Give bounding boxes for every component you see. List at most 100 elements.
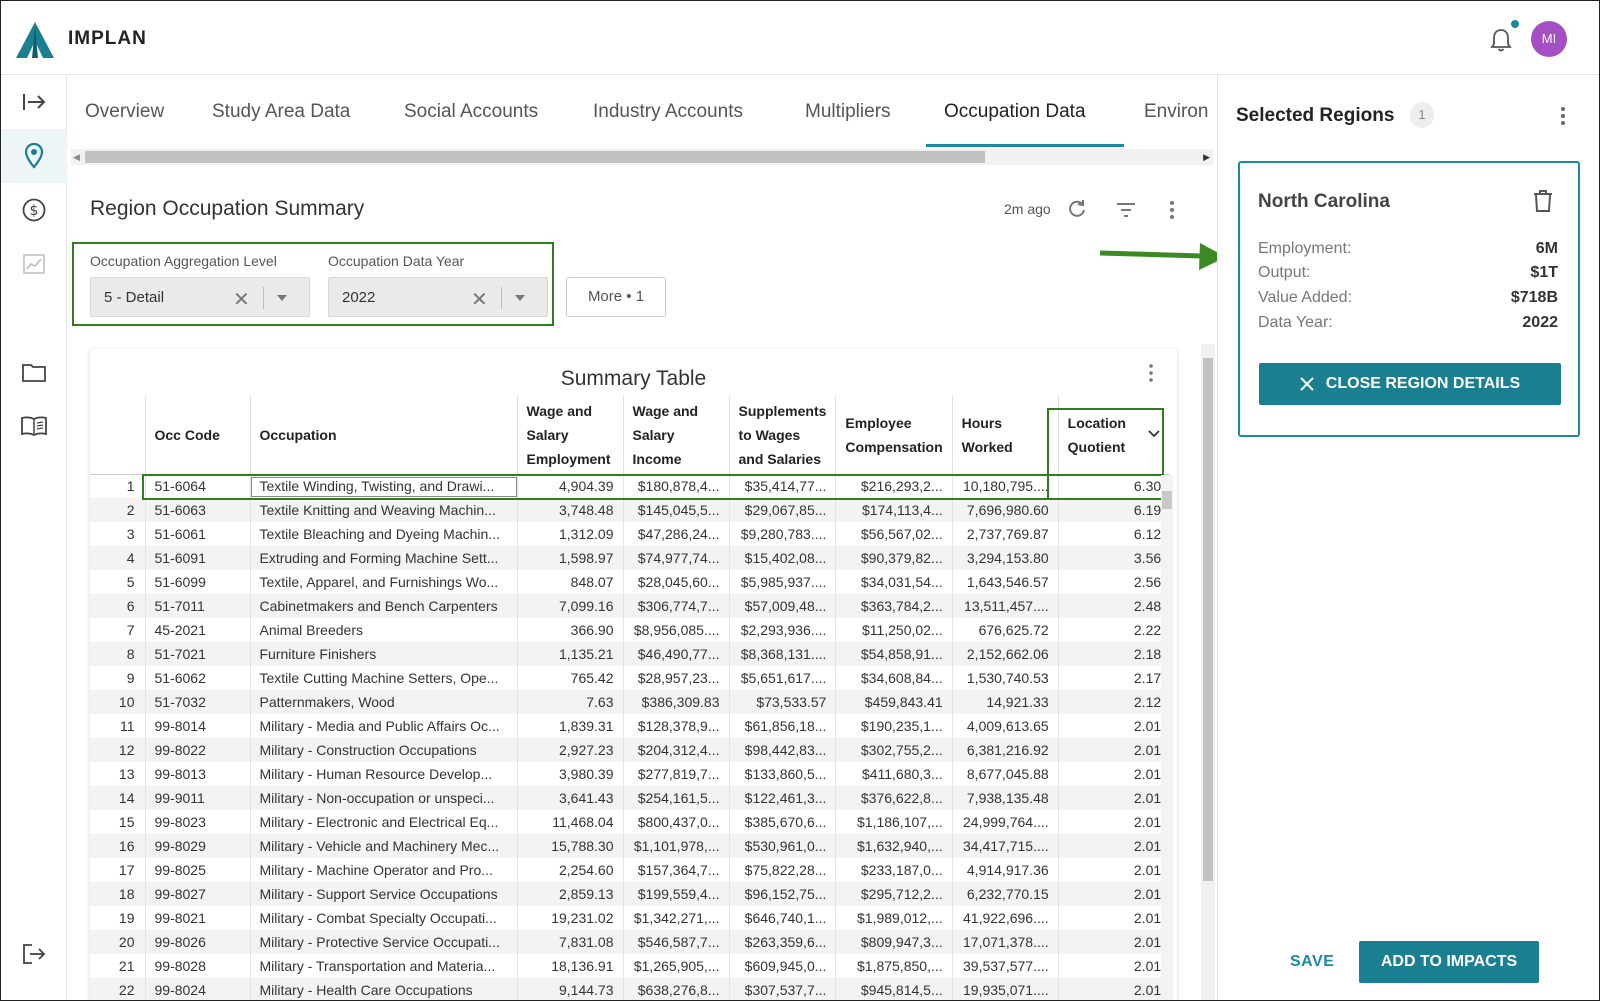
cell-supplements[interactable]: $2,293,936.... bbox=[728, 618, 836, 642]
column-header-wage-salary-income[interactable]: Wage and Salary Income bbox=[622, 396, 729, 475]
cell-occupation[interactable]: Military - Non-occupation or unspeci... bbox=[249, 786, 517, 810]
cell-occ-code[interactable]: 45-2021 bbox=[144, 618, 250, 642]
cell-occupation[interactable]: Textile Bleaching and Dyeing Machin... bbox=[249, 522, 517, 546]
cell-employee-compensation[interactable]: $174,113,4... bbox=[835, 498, 953, 522]
cell-wage-salary-employment[interactable]: 19,231.02 bbox=[516, 906, 623, 930]
nav-results[interactable] bbox=[1, 237, 67, 291]
cell-occ-code[interactable]: 99-8024 bbox=[144, 978, 250, 1000]
clear-icon[interactable]: ✕ bbox=[233, 287, 250, 312]
expand-nav-button[interactable] bbox=[1, 75, 67, 129]
table-row[interactable]: 3 51-6061 Textile Bleaching and Dyeing Mac… bbox=[90, 522, 1171, 546]
cell-location-quotient[interactable]: 2.01 bbox=[1057, 810, 1171, 834]
cell-occ-code[interactable]: 51-6062 bbox=[144, 666, 250, 690]
cell-supplements[interactable]: $385,670,6... bbox=[728, 810, 836, 834]
cell-supplements[interactable]: $307,537,7... bbox=[728, 978, 836, 1000]
cell-occupation[interactable]: Furniture Finishers bbox=[249, 642, 517, 666]
cell-occ-code[interactable]: 99-9011 bbox=[144, 786, 250, 810]
column-header-supplements[interactable]: Supplements to Wages and Salaries bbox=[728, 396, 836, 475]
cell-employee-compensation[interactable]: $945,814,5... bbox=[835, 978, 953, 1000]
cell-occ-code[interactable]: 99-8022 bbox=[144, 738, 250, 762]
cell-supplements[interactable]: $9,280,783.... bbox=[728, 522, 836, 546]
cell-hours-worked[interactable]: 4,009,613.65 bbox=[951, 714, 1059, 738]
cell-occ-code[interactable]: 99-8014 bbox=[144, 714, 250, 738]
cell-occ-code[interactable]: 99-8021 bbox=[144, 906, 250, 930]
cell-employee-compensation[interactable]: $216,293,2... bbox=[835, 474, 953, 498]
cell-location-quotient[interactable]: 2.01 bbox=[1057, 954, 1171, 978]
table-row[interactable]: 13 99-8013 Military - Human Resource Devel… bbox=[90, 762, 1171, 786]
cell-employee-compensation[interactable]: $1,186,107,... bbox=[835, 810, 953, 834]
cell-wage-salary-income[interactable]: $306,774,7... bbox=[622, 594, 729, 618]
nav-library[interactable] bbox=[1, 399, 67, 453]
cell-employee-compensation[interactable]: $90,379,82... bbox=[835, 546, 953, 570]
cell-hours-worked[interactable]: 34,417,715.... bbox=[951, 834, 1059, 858]
cell-hours-worked[interactable]: 7,938,135.48 bbox=[951, 786, 1059, 810]
cell-occupation[interactable]: Military - Transportation and Materia... bbox=[249, 954, 517, 978]
cell-wage-salary-income[interactable]: $546,587,7... bbox=[622, 930, 729, 954]
cell-hours-worked[interactable]: 2,152,662.06 bbox=[951, 642, 1059, 666]
cell-location-quotient[interactable]: 2.12 bbox=[1057, 690, 1171, 714]
cell-supplements[interactable]: $15,402,08... bbox=[728, 546, 836, 570]
cell-location-quotient[interactable]: 3.56 bbox=[1057, 546, 1171, 570]
cell-employee-compensation[interactable]: $190,235,1... bbox=[835, 714, 953, 738]
cell-employee-compensation[interactable]: $363,784,2... bbox=[835, 594, 953, 618]
cell-supplements[interactable]: $96,152,75... bbox=[728, 882, 836, 906]
cell-supplements[interactable]: $5,651,617.... bbox=[728, 666, 836, 690]
cell-employee-compensation[interactable]: $376,622,8... bbox=[835, 786, 953, 810]
scroll-left-icon[interactable]: ◀ bbox=[73, 152, 80, 163]
cell-occupation[interactable]: Military - Vehicle and Machinery Mec... bbox=[249, 834, 517, 858]
tab-industry-accounts[interactable]: Industry Accounts bbox=[593, 101, 743, 123]
cell-location-quotient[interactable]: 2.56 bbox=[1057, 570, 1171, 594]
cell-wage-salary-employment[interactable]: 1,839.31 bbox=[516, 714, 623, 738]
cell-wage-salary-employment[interactable]: 1,135.21 bbox=[516, 642, 623, 666]
cell-location-quotient[interactable]: 2.01 bbox=[1057, 762, 1171, 786]
more-filters-button[interactable]: More • 1 bbox=[566, 277, 666, 317]
cell-hours-worked[interactable]: 24,999,764.... bbox=[951, 810, 1059, 834]
column-header-occupation[interactable]: Occupation bbox=[249, 396, 517, 475]
column-header-wage-salary-employment[interactable]: Wage and Salary Employment bbox=[516, 396, 623, 475]
cell-occupation[interactable]: Patternmakers, Wood bbox=[249, 690, 517, 714]
cell-employee-compensation[interactable]: $459,843.41 bbox=[835, 690, 953, 714]
cell-employee-compensation[interactable]: $302,755,2... bbox=[835, 738, 953, 762]
tabs-scrollbar[interactable]: ◀ ▶ bbox=[71, 149, 1213, 165]
cell-wage-salary-income[interactable]: $145,045,5... bbox=[622, 498, 729, 522]
cell-occ-code[interactable]: 51-7011 bbox=[144, 594, 250, 618]
cell-occupation[interactable]: Military - Construction Occupations bbox=[249, 738, 517, 762]
cell-hours-worked[interactable]: 6,232,770.15 bbox=[951, 882, 1059, 906]
tab-study-area-data[interactable]: Study Area Data bbox=[212, 101, 350, 123]
table-scrollbar[interactable] bbox=[1161, 475, 1173, 1000]
cell-wage-salary-income[interactable]: $1,342,271,... bbox=[622, 906, 729, 930]
notification-bell-icon[interactable] bbox=[1489, 27, 1513, 53]
data-year-select[interactable]: 2022 ✕ bbox=[328, 277, 548, 317]
cell-occupation[interactable]: Textile Winding, Twisting, and Drawi... bbox=[249, 474, 517, 498]
cell-occupation[interactable]: Textile Knitting and Weaving Machin... bbox=[249, 498, 517, 522]
cell-hours-worked[interactable]: 17,071,378.... bbox=[951, 930, 1059, 954]
cell-wage-salary-employment[interactable]: 11,468.04 bbox=[516, 810, 623, 834]
table-row[interactable]: 11 99-8014 Military - Media and Public Aff… bbox=[90, 714, 1171, 738]
cell-location-quotient[interactable]: 2.01 bbox=[1057, 858, 1171, 882]
cell-wage-salary-income[interactable]: $180,878,4... bbox=[622, 474, 729, 498]
close-region-details-button[interactable]: CLOSE REGION DETAILS bbox=[1259, 363, 1561, 405]
cell-wage-salary-employment[interactable]: 9,144.73 bbox=[516, 978, 623, 1000]
cell-supplements[interactable]: $530,961,0... bbox=[728, 834, 836, 858]
cell-location-quotient[interactable]: 2.01 bbox=[1057, 882, 1171, 906]
cell-wage-salary-income[interactable]: $277,819,7... bbox=[622, 762, 729, 786]
cell-supplements[interactable]: $57,009,48... bbox=[728, 594, 836, 618]
column-header-employee-compensation[interactable]: Employee Compensation bbox=[835, 396, 953, 475]
column-header-hours-worked[interactable]: Hours Worked bbox=[951, 396, 1059, 475]
cell-wage-salary-income[interactable]: $638,276,8... bbox=[622, 978, 729, 1000]
aggregation-level-select[interactable]: 5 - Detail ✕ bbox=[90, 277, 310, 317]
cell-occ-code[interactable]: 99-8028 bbox=[144, 954, 250, 978]
cell-wage-salary-income[interactable]: $47,286,24... bbox=[622, 522, 729, 546]
chevron-down-icon[interactable] bbox=[277, 295, 287, 301]
content-scrollbar[interactable] bbox=[1201, 344, 1215, 1000]
cell-wage-salary-employment[interactable]: 366.90 bbox=[516, 618, 623, 642]
cell-hours-worked[interactable]: 14,921.33 bbox=[951, 690, 1059, 714]
cell-hours-worked[interactable]: 1,530,740.53 bbox=[951, 666, 1059, 690]
cell-location-quotient[interactable]: 2.18 bbox=[1057, 642, 1171, 666]
cell-location-quotient[interactable]: 6.30 bbox=[1057, 474, 1171, 498]
cell-occ-code[interactable]: 51-6064 bbox=[144, 474, 250, 498]
nav-projects[interactable] bbox=[1, 345, 67, 399]
cell-location-quotient[interactable]: 2.48 bbox=[1057, 594, 1171, 618]
cell-location-quotient[interactable]: 6.12 bbox=[1057, 522, 1171, 546]
cell-occupation[interactable]: Military - Combat Specialty Occupati... bbox=[249, 906, 517, 930]
